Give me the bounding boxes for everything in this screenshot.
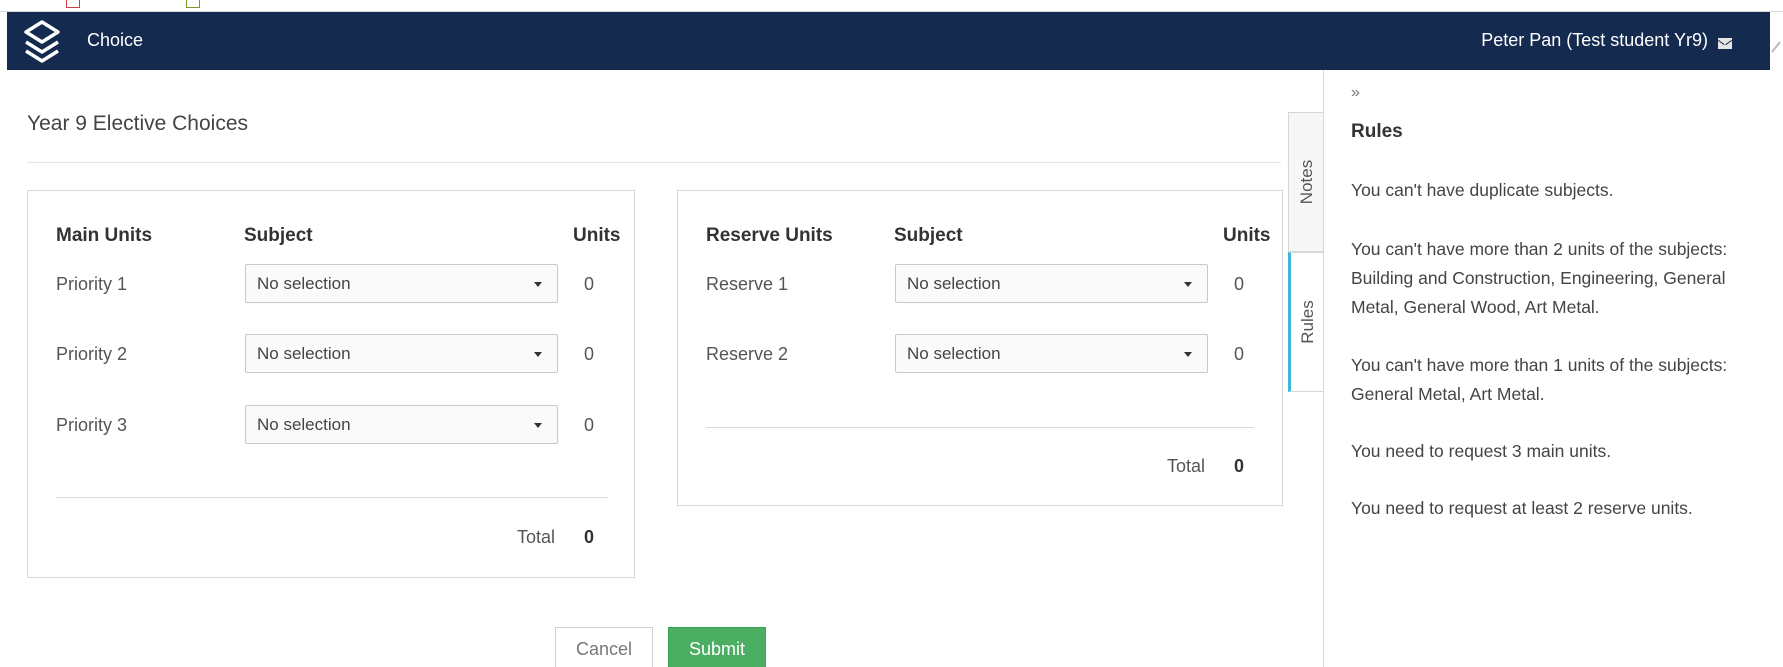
reserve-1-subject-select[interactable]: No selection <box>895 264 1208 303</box>
total-label: Total <box>1167 456 1206 476</box>
rule-item: You can't have duplicate subjects. <box>1351 180 1614 200</box>
row-label-reserve-1: Reserve 1 <box>706 274 789 294</box>
tab-notes-label: Notes <box>1296 159 1316 205</box>
mail-icon[interactable] <box>1718 38 1732 49</box>
page-title: Year 9 Elective Choices <box>27 112 249 135</box>
tab-notes[interactable]: Notes <box>1288 112 1324 252</box>
row-label-priority-1: Priority 1 <box>56 274 128 294</box>
side-panel-border <box>1323 70 1324 667</box>
caret-down-icon <box>534 423 542 428</box>
submit-button[interactable]: Submit <box>668 627 766 667</box>
top-navbar: Choice Peter Pan (Test student Yr9) <box>7 12 1770 70</box>
scroll-edge-icon <box>1771 41 1781 53</box>
subject-header: Subject <box>894 225 963 246</box>
select-value: No selection <box>257 274 351 293</box>
subject-header: Subject <box>244 225 313 246</box>
reserve-units-panel: Reserve Units Subject Units Reserve 1 No… <box>677 190 1283 506</box>
reserve-2-subject-select[interactable]: No selection <box>895 334 1208 373</box>
divider <box>56 497 608 498</box>
rule-item: You need to request 3 main units. <box>1351 441 1612 461</box>
reserve-1-units: 0 <box>1234 274 1245 294</box>
caret-down-icon <box>1184 282 1192 287</box>
divider <box>27 162 1281 163</box>
select-value: No selection <box>907 344 1001 363</box>
units-header: Units <box>1223 225 1271 246</box>
priority-2-subject-select[interactable]: No selection <box>245 334 558 373</box>
row-label-reserve-2: Reserve 2 <box>706 344 789 364</box>
cancel-button[interactable]: Cancel <box>555 627 653 667</box>
main-units-panel: Main Units Subject Units Priority 1 No s… <box>27 190 635 578</box>
units-header: Units <box>573 225 621 246</box>
user-name[interactable]: Peter Pan (Test student Yr9) <box>1481 30 1708 51</box>
main-units-total: 0 <box>584 527 595 547</box>
select-value: No selection <box>257 344 351 363</box>
rule-item: You can't have more than 1 units of the … <box>1351 355 1728 404</box>
select-value: No selection <box>257 415 351 434</box>
app-title[interactable]: Choice <box>87 30 143 51</box>
row-label-priority-2: Priority 2 <box>56 344 128 364</box>
select-value: No selection <box>907 274 1001 293</box>
rule-item: You can't have more than 2 units of the … <box>1351 239 1728 317</box>
toolbar-icon <box>66 0 80 8</box>
priority-1-subject-select[interactable]: No selection <box>245 264 558 303</box>
total-label: Total <box>517 527 556 547</box>
divider <box>706 427 1254 428</box>
rule-item: You need to request at least 2 reserve u… <box>1351 498 1693 518</box>
priority-1-units: 0 <box>584 274 595 294</box>
caret-down-icon <box>1184 352 1192 357</box>
browser-toolbar-strip <box>0 0 1783 12</box>
reserve-2-units: 0 <box>1234 344 1245 364</box>
toolbar-icon <box>186 0 200 8</box>
layers-logo-icon[interactable] <box>19 18 65 66</box>
caret-down-icon <box>534 282 542 287</box>
caret-down-icon <box>534 352 542 357</box>
tab-rules[interactable]: Rules <box>1288 252 1324 392</box>
priority-2-units: 0 <box>584 344 595 364</box>
tab-rules-label: Rules <box>1297 300 1317 344</box>
priority-3-units: 0 <box>584 415 595 435</box>
reserve-units-total: 0 <box>1234 456 1245 476</box>
double-chevron-right-icon[interactable]: » <box>1351 84 1360 102</box>
row-label-priority-3: Priority 3 <box>56 415 128 435</box>
rules-heading: Rules <box>1351 121 1403 142</box>
main-units-header: Main Units <box>56 225 153 246</box>
priority-3-subject-select[interactable]: No selection <box>245 405 558 444</box>
reserve-units-header: Reserve Units <box>706 225 833 246</box>
